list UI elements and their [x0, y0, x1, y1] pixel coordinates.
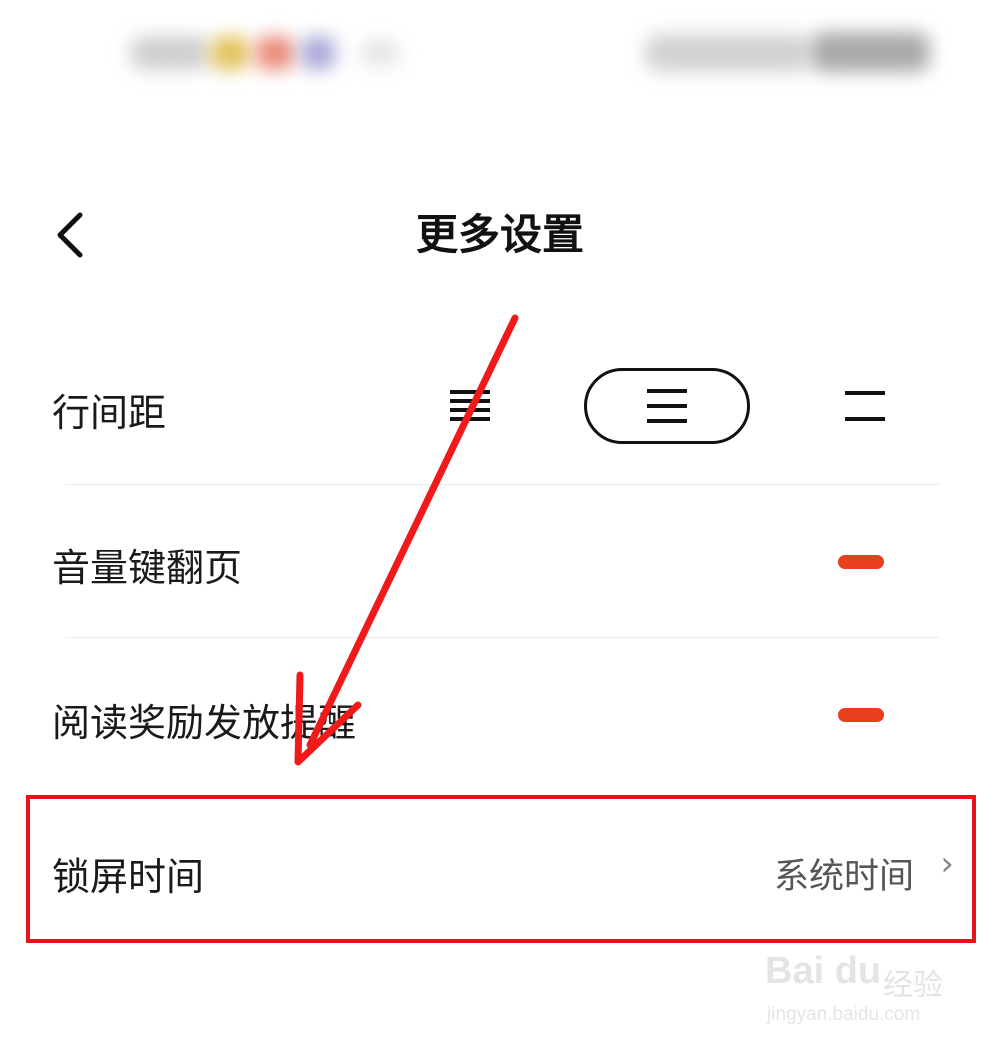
line-spacing-option-medium[interactable]: [584, 368, 750, 444]
status-bar-left-blur: [130, 36, 210, 70]
watermark-brand: Bai du: [765, 950, 882, 992]
nav-bar: 更多设置: [0, 185, 1000, 285]
volume-key-toggle[interactable]: [820, 537, 910, 587]
setting-row-reading-reward: 阅读奖励发放提醒: [0, 638, 1000, 790]
chevron-left-icon: [57, 212, 83, 258]
line-spacing-option-compact[interactable]: [425, 368, 515, 444]
setting-row-line-spacing: 行间距: [0, 330, 1000, 485]
highlight-box: [26, 795, 976, 943]
reading-reward-toggle[interactable]: [820, 690, 910, 740]
status-bar-left-blur-gray: [360, 40, 400, 66]
compact-lines-icon: [450, 390, 490, 421]
volume-key-label: 音量键翻页: [52, 546, 243, 590]
wide-lines-icon: [845, 391, 885, 421]
line-spacing-option-wide[interactable]: [820, 368, 910, 444]
status-bar-right-blur: [645, 34, 810, 72]
toggle-on-indicator: [838, 555, 884, 569]
back-button[interactable]: [30, 195, 110, 275]
reading-reward-label: 阅读奖励发放提醒: [52, 701, 357, 745]
status-bar-right-blur-dark: [810, 32, 930, 72]
page-title: 更多设置: [415, 210, 584, 259]
toggle-on-indicator: [838, 708, 884, 722]
watermark-url: jingyan.baidu.com: [767, 1004, 921, 1025]
status-bar-left-blur-yellow: [210, 36, 250, 70]
watermark-cn: 经验: [883, 968, 943, 1003]
status-bar-left-blur-blue: [300, 36, 336, 70]
status-bar-left-blur-red: [255, 36, 295, 70]
line-spacing-label: 行间距: [52, 391, 167, 435]
medium-lines-icon: [647, 389, 687, 423]
setting-row-volume-key: 音量键翻页: [0, 485, 1000, 637]
status-bar: [0, 0, 1000, 110]
baidu-watermark: Bai du 经验 jingyan.baidu.com: [765, 950, 965, 1040]
